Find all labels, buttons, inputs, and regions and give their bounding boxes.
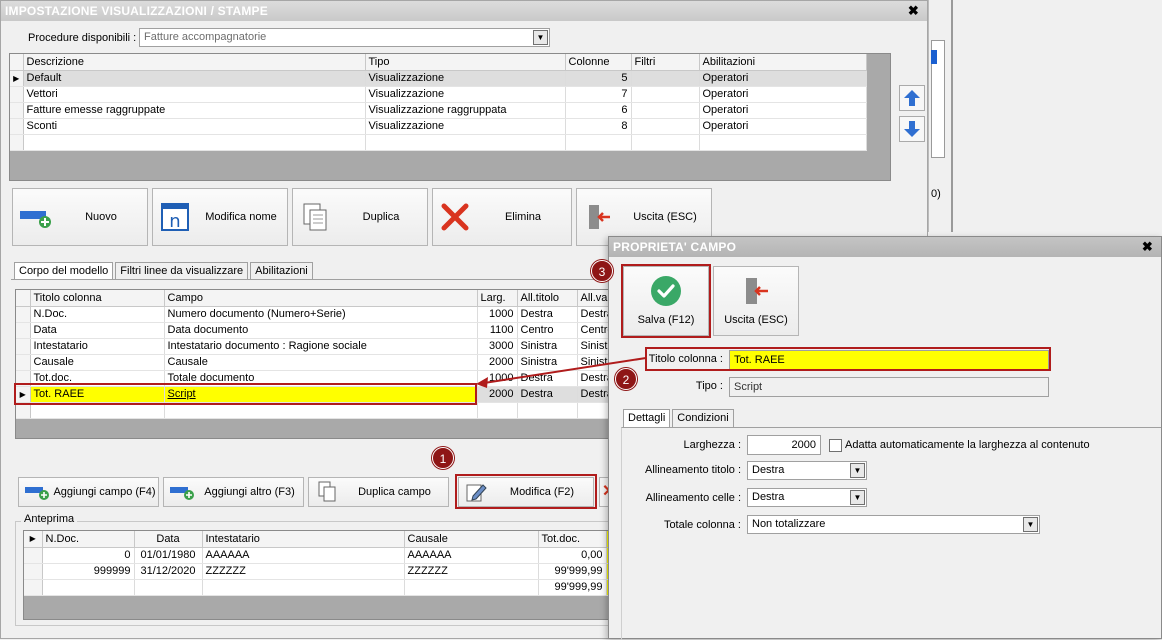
tipo-field: Script [729,377,1049,397]
adatta-checkbox[interactable] [829,439,842,452]
col-all-titolo[interactable]: All.titolo [517,290,578,307]
move-down-button[interactable] [899,116,925,142]
background-window: 0) [928,0,1162,232]
model-tabs: Corpo del modello Filtri linee da visual… [14,262,315,280]
props-window-titlebar: PROPRIETA' CAMPO ✖ [609,237,1161,257]
chevron-down-icon[interactable]: ▼ [850,463,865,478]
props-window-title: PROPRIETA' CAMPO [613,240,737,254]
totale-colonna-select[interactable]: Non totalizzare ▼ [747,515,1040,534]
procedure-value: Fatture accompagnatorie [144,31,267,43]
tab-corpo-modello[interactable]: Corpo del modello [14,262,114,280]
add-field-icon [23,483,51,501]
duplica-button[interactable]: Duplica [292,188,428,246]
table-row[interactable]: N.Doc. Numero documento (Numero+Serie) 1… [16,306,610,323]
col-ndoc: N.Doc. [42,531,135,548]
chevron-down-icon[interactable]: ▼ [533,30,548,45]
props-tabs: Dettagli Condizioni [623,409,736,427]
larghezza-label: Larghezza : [683,439,741,451]
background-text: 0) [931,188,941,200]
add-other-icon [168,483,196,501]
copy-icon [313,481,341,503]
highlight-salva-button [621,264,711,338]
row-pointer-icon: ▶ [24,531,43,548]
tab-dettagli[interactable]: Dettagli [623,409,671,427]
preview-grid: ▶ N.Doc. Data Intestatario Causale Tot.d… [23,530,611,620]
aggiungi-altro-button[interactable]: Aggiungi altro (F3) [163,477,304,507]
col-titolo-colonna[interactable]: Titolo colonna [30,290,165,307]
callout-badge-2: 2 [615,368,637,390]
totale-colonna-label: Totale colonna : [663,519,741,531]
highlight-titolo-colonna [645,347,1051,371]
col-intestatario: Intestatario [202,531,405,548]
row-pointer-icon: ▶ [10,70,24,87]
exit-icon [579,197,619,237]
preview-label: Anteprima [21,513,78,525]
col-all-val[interactable]: All.val [577,290,610,307]
tab-filtri-linee[interactable]: Filtri linee da visualizzare [115,262,249,280]
move-up-button[interactable] [899,85,925,111]
table-row[interactable]: Data Data documento 1100 Centro Centro [16,322,610,339]
chevron-down-icon[interactable]: ▼ [1023,517,1038,532]
col-campo[interactable]: Campo [164,290,478,307]
col-abilitazioni[interactable]: Abilitazioni [699,54,867,71]
table-row[interactable]: Vettori Visualizzazione 7 Operatori [10,86,867,103]
table-row: 999999 31/12/2020 ZZZZZZ ZZZZZZ 99'999,9… [24,563,610,580]
chevron-down-icon[interactable]: ▼ [850,490,865,505]
col-data: Data [134,531,203,548]
col-colonne[interactable]: Colonne [565,54,632,71]
callout-badge-3: 3 [591,260,613,282]
table-row: 0 01/01/1980 AAAAAA AAAAAA 0,00 [24,547,610,564]
table-row[interactable]: ▶ Default Visualizzazione 5 Operatori [10,70,867,87]
highlight-modifica-button [455,474,597,509]
rename-icon: n [155,197,195,237]
table-row[interactable]: Sconti Visualizzazione 8 Operatori [10,118,867,135]
close-icon[interactable]: ✖ [1142,237,1153,257]
views-grid: Descrizione Tipo Colonne Filtri Abilitaz… [9,53,891,181]
modifica-nome-button[interactable]: n Modifica nome [152,188,288,246]
callout-badge-1: 1 [432,447,454,469]
col-totdoc: Tot.doc. [538,531,607,548]
props-uscita-button[interactable]: Uscita (ESC) [713,266,799,336]
procedure-select[interactable]: Fatture accompagnatorie ▼ [139,28,550,47]
elimina-button[interactable]: Elimina [432,188,572,246]
table-row[interactable] [10,134,867,151]
allineamento-titolo-select[interactable]: Destra ▼ [747,461,867,480]
close-icon[interactable]: ✖ [908,1,919,21]
col-larg[interactable]: Larg. [477,290,518,307]
main-window-title: IMPOSTAZIONE VISUALIZZAZIONI / STAMPE [5,4,268,18]
main-window-titlebar: IMPOSTAZIONE VISUALIZZAZIONI / STAMPE ✖ [1,1,927,21]
table-row: 99'999,99 [24,579,610,596]
allineamento-celle-select[interactable]: Destra ▼ [747,488,867,507]
col-filtri[interactable]: Filtri [631,54,700,71]
delete-icon [435,197,475,237]
props-window: PROPRIETA' CAMPO ✖ Salva (F12) Uscita (E… [608,236,1162,640]
preview-table: ▶ N.Doc. Data Intestatario Causale Tot.d… [24,531,610,596]
views-table: Descrizione Tipo Colonne Filtri Abilitaz… [10,54,867,151]
procedure-label: Procedure disponibili : [28,32,137,44]
arrow-down-icon [904,121,920,137]
col-tipo[interactable]: Tipo [365,54,566,71]
copy-icon [295,197,335,237]
allineamento-celle-label: Allineamento celle : [645,492,741,504]
exit-icon [746,278,768,304]
table-row[interactable]: Intestatario Intestatario documento : Ra… [16,338,610,355]
table-row[interactable]: Fatture emesse raggruppate Visualizzazio… [10,102,867,119]
nuovo-button[interactable]: Nuovo [12,188,148,246]
aggiungi-campo-button[interactable]: Aggiungi campo (F4) [18,477,159,507]
larghezza-input[interactable]: 2000 [747,435,821,455]
allineamento-titolo-label: Allineamento titolo : [645,464,741,476]
arrow-up-icon [904,90,920,106]
tab-abilitazioni[interactable]: Abilitazioni [250,262,313,280]
col-descrizione[interactable]: Descrizione [23,54,366,71]
highlight-selected-row [14,383,477,405]
adatta-label: Adatta automaticamente la larghezza al c… [845,439,1090,451]
svg-text:n: n [169,211,180,232]
add-icon [15,197,55,237]
col-causale: Causale [404,531,539,548]
duplica-campo-button[interactable]: Duplica campo [308,477,449,507]
tab-condizioni[interactable]: Condizioni [672,409,734,427]
